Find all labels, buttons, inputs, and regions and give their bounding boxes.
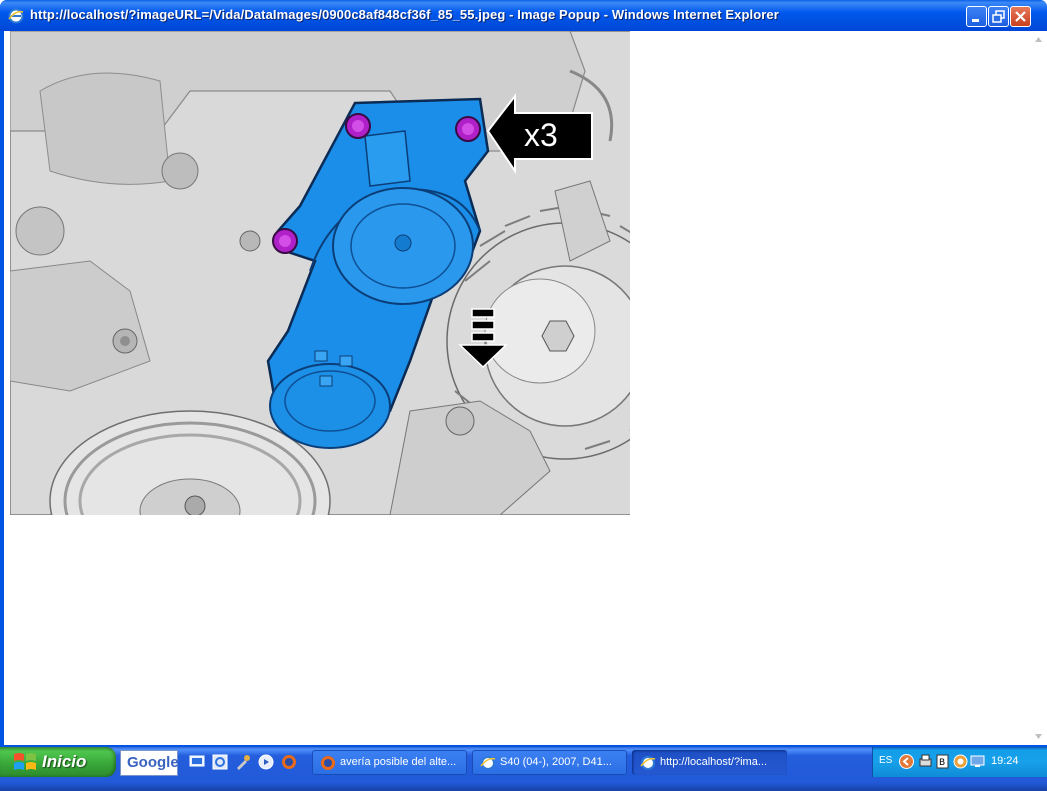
desktop-icon[interactable] xyxy=(189,754,205,770)
taskbar-task-image-popup[interactable]: http://localhost/?ima... xyxy=(632,750,787,775)
start-button[interactable]: Inicio xyxy=(0,747,116,777)
explorer-icon[interactable] xyxy=(212,754,228,770)
windows-logo-icon xyxy=(14,753,36,770)
title-bar[interactable]: http://localhost/?imageURL=/Vida/DataIma… xyxy=(0,0,1047,31)
restore-icon xyxy=(992,10,1005,23)
ie-icon xyxy=(640,756,656,770)
google-toolbar[interactable]: Google xyxy=(120,750,179,776)
expand-tray-icon[interactable] xyxy=(899,754,914,769)
clock[interactable]: 19:24 xyxy=(991,755,1019,767)
scroll-down-icon[interactable] xyxy=(1030,728,1047,745)
language-indicator[interactable]: ES xyxy=(879,755,892,766)
firefox-icon[interactable] xyxy=(281,754,297,770)
close-icon xyxy=(1015,11,1026,22)
printer-icon[interactable] xyxy=(918,754,933,769)
system-tray: ES B 19:24 xyxy=(872,747,1047,777)
ie-icon xyxy=(480,756,496,770)
svg-text:B: B xyxy=(939,758,945,768)
task-label: http://localhost/?ima... xyxy=(660,756,767,768)
vertical-scrollbar[interactable] xyxy=(1030,31,1047,745)
ie-icon xyxy=(8,8,24,24)
scroll-up-icon[interactable] xyxy=(1030,31,1047,48)
page-content: x3 xyxy=(4,31,1034,745)
google-label: Google xyxy=(127,754,179,771)
taskbar-task-firefox[interactable]: avería posible del alte... xyxy=(312,750,467,775)
document-icon[interactable]: B xyxy=(935,754,950,769)
taskbar: Inicio Google avería posible del alte...… xyxy=(0,747,1047,791)
media-icon[interactable] xyxy=(258,754,274,770)
minimize-button[interactable] xyxy=(966,6,987,27)
task-label: S40 (04-), 2007, D41... xyxy=(500,756,612,768)
tools-icon[interactable] xyxy=(235,754,251,770)
taskbar-task-vida[interactable]: S40 (04-), 2007, D41... xyxy=(472,750,627,775)
browser-window: http://localhost/?imageURL=/Vida/DataIma… xyxy=(0,0,1047,747)
callout-label: x3 xyxy=(524,117,558,153)
start-label: Inicio xyxy=(42,752,87,771)
network-icon[interactable] xyxy=(953,754,968,769)
close-button[interactable] xyxy=(1010,6,1031,27)
task-label: avería posible del alte... xyxy=(340,756,457,768)
restore-button[interactable] xyxy=(988,6,1009,27)
monitor-icon[interactable] xyxy=(970,754,985,769)
firefox-icon xyxy=(321,756,335,770)
minimize-icon xyxy=(972,19,979,22)
engine-illustration xyxy=(10,31,630,515)
window-title: http://localhost/?imageURL=/Vida/DataIma… xyxy=(30,7,779,22)
